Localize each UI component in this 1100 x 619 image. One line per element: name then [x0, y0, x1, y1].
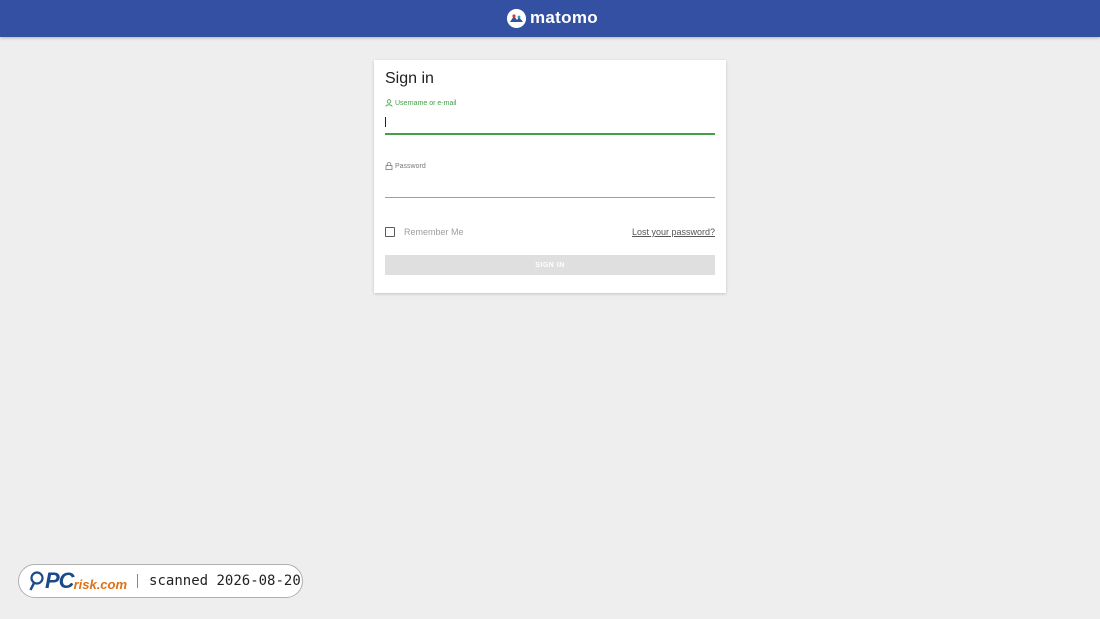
lock-icon	[385, 162, 393, 170]
badge-divider	[137, 574, 139, 588]
user-icon	[385, 99, 393, 107]
page-title: Sign in	[385, 70, 434, 87]
lost-password-link[interactable]: Lost your password?	[632, 227, 715, 237]
remember-me[interactable]: Remember Me	[385, 227, 464, 237]
pcrisk-brand-main: PC	[45, 568, 75, 593]
remember-me-label[interactable]: Remember Me	[404, 227, 464, 237]
pcrisk-brand-sub: risk.com	[73, 576, 128, 592]
username-input[interactable]	[385, 115, 715, 135]
top-header-bar: matomo	[0, 0, 1100, 37]
matomo-logo[interactable]: matomo	[507, 8, 598, 28]
magnifier-icon	[29, 571, 44, 591]
scan-watermark-badge: PC risk.com scanned 2026-08-20	[18, 564, 303, 598]
matomo-logo-icon	[507, 8, 526, 28]
pcrisk-logo: PC risk.com	[29, 568, 128, 593]
password-label-text: Password	[395, 162, 426, 170]
brand-name: matomo	[530, 8, 598, 27]
username-label-text: Username or e-mail	[395, 99, 457, 107]
login-card: Sign in Username or e-mail Password Reme…	[374, 60, 726, 293]
password-input[interactable]	[385, 179, 715, 198]
username-label: Username or e-mail	[385, 99, 456, 107]
text-caret	[385, 117, 386, 127]
scan-date-text: scanned 2026-08-20	[149, 573, 301, 589]
sign-in-button[interactable]: SIGN IN	[385, 255, 715, 275]
password-label: Password	[385, 162, 426, 170]
remember-me-checkbox[interactable]	[385, 227, 395, 237]
